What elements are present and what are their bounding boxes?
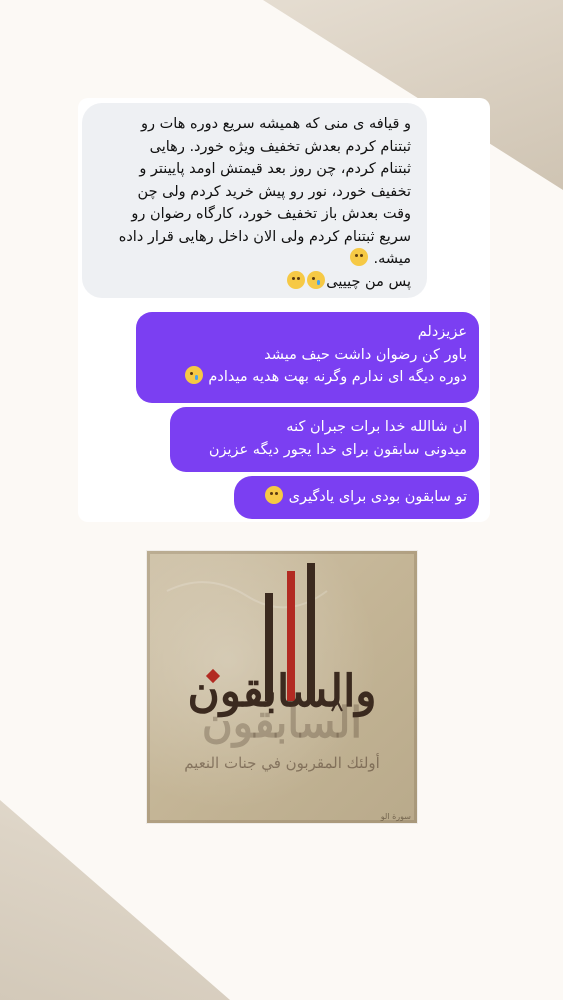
outgoing-line: باور کن رضوان داشت حیف میشد: [264, 346, 467, 363]
incoming-line: وقت بعدش باز تخفیف خورد، کارگاه رضوان رو: [131, 206, 411, 222]
calligraphy-artwork: والسابقون السابقون أولئك المقربون في جنا…: [147, 551, 417, 823]
artwork-subtitle: أولئك المقربون في جنات النعيم: [184, 754, 380, 772]
artwork-caption: سورة الو: [380, 812, 411, 821]
outgoing-line-with-emoji: تو سابقون بودی برای یادگیری: [246, 486, 467, 509]
outgoing-line-with-emoji: دوره دیگه ای ندارم وگرنه بهت هدیه میدادم: [148, 366, 467, 389]
incoming-line: و قیافه ی منی که همیشه سریع دوره هات رو: [141, 116, 411, 132]
outgoing-line: عزیزدلم: [417, 324, 467, 340]
incoming-line: تخفیف خورد، نور رو پیش خرید کردم ولی چن: [137, 183, 411, 200]
incoming-line-with-emoji: میشه.: [94, 248, 411, 271]
incoming-line: ثبتنام کردم بعدش تخفیف ویژه خورد. رهایی: [149, 138, 411, 155]
outgoing-message-bubble: ان شاالله خدا برات جبران کنه میدونی سابق…: [170, 407, 479, 472]
background-paper-corner-bottom: [0, 800, 230, 1000]
incoming-message-bubble: و قیافه ی منی که همیشه سریع دوره هات رو …: [82, 103, 427, 298]
outgoing-line: میدونی سابقون برای خدا یجور دیگه عزیزن: [208, 441, 467, 458]
incoming-line-with-emoji: پس من چیییی: [94, 270, 411, 294]
outgoing-message-bubble: عزیزدلم باور کن رضوان داشت حیف میشد دوره…: [136, 312, 479, 403]
artwork-title-echo: السابقون: [201, 698, 363, 747]
incoming-line: ثبتنام کردم، چن روز بعد قیمتش اومد پایین…: [139, 161, 411, 177]
crying-face-icon: [307, 270, 326, 289]
pleading-face-icon: [265, 486, 284, 504]
outgoing-line: ان شاالله خدا برات جبران کنه: [286, 419, 467, 435]
incoming-line: سریع ثبتنام کردم ولی الان داخل رهایی قرا…: [118, 228, 411, 245]
grimacing-face-icon: [349, 248, 368, 266]
crying-face-icon: [184, 366, 203, 384]
outgoing-message-bubble: تو سابقون بودی برای یادگیری: [234, 476, 479, 519]
eye-roll-face-icon: [287, 270, 306, 289]
